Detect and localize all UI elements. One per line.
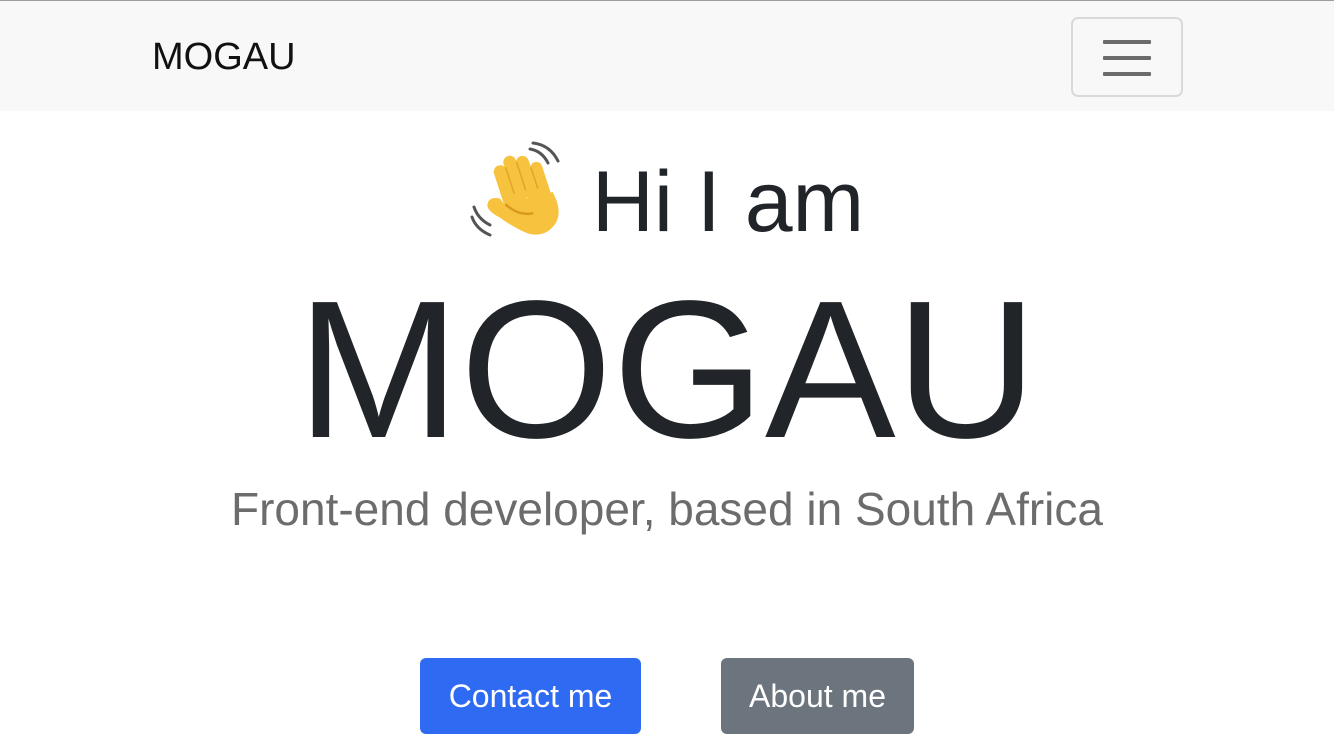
hamburger-line [1103, 56, 1151, 60]
waving-hand-icon [470, 141, 560, 237]
greeting-text: Hi I am [591, 154, 865, 250]
navbar-toggler-button[interactable] [1071, 17, 1183, 97]
page: MOGAU Hi I am MOGAU Front-end developer,… [0, 0, 1334, 750]
hamburger-menu-icon [1103, 40, 1153, 76]
hero-name: MOGAU [296, 260, 1038, 479]
hamburger-line [1103, 40, 1151, 44]
hero-subtitle: Front-end developer, based in South Afri… [230, 483, 1103, 535]
greeting-heading: Hi I am [0, 141, 1334, 257]
hamburger-line [1103, 72, 1151, 76]
contact-me-button[interactable]: Contact me [420, 658, 641, 734]
about-me-button[interactable]: About me [721, 658, 914, 734]
navbar-brand[interactable]: MOGAU [152, 35, 296, 79]
navbar: MOGAU [0, 0, 1334, 111]
hero-section: Hi I am MOGAU Front-end developer, based… [0, 111, 1334, 750]
